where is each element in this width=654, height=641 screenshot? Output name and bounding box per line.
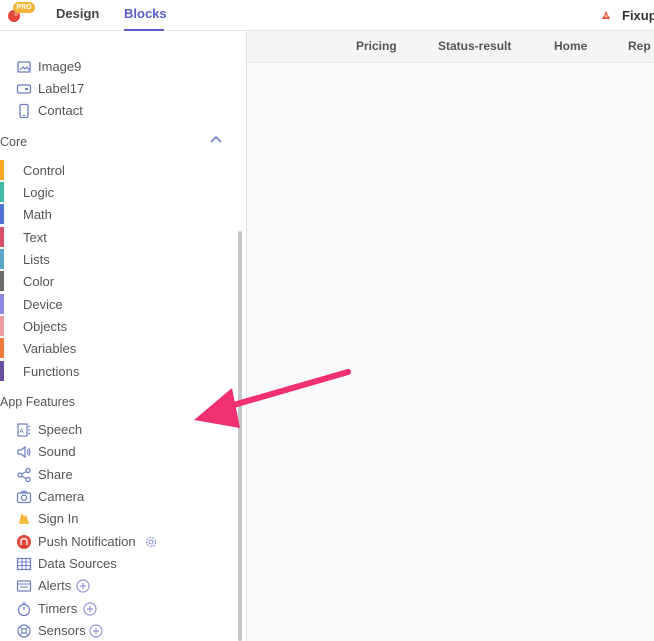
firebase-icon bbox=[19, 513, 29, 524]
category-color-bar bbox=[0, 316, 4, 336]
label-icon bbox=[16, 84, 32, 94]
component-label: Label17 bbox=[38, 81, 85, 96]
core-item-lists[interactable]: Lists bbox=[0, 249, 240, 270]
camera-icon bbox=[16, 490, 32, 504]
push-icon bbox=[17, 535, 31, 549]
core-item-logic[interactable]: Logic bbox=[0, 182, 240, 203]
category-color-bar bbox=[0, 294, 4, 314]
core-item-label: Functions bbox=[23, 364, 80, 379]
category-color-bar bbox=[0, 227, 4, 247]
core-item-label: Text bbox=[23, 230, 47, 245]
core-item-color[interactable]: Color bbox=[0, 271, 240, 292]
core-item-label: Variables bbox=[23, 341, 77, 356]
table-icon bbox=[16, 557, 32, 571]
core-item-label: Logic bbox=[23, 185, 55, 200]
add-timer-icon[interactable] bbox=[83, 602, 97, 616]
core-item-label: Lists bbox=[23, 252, 50, 267]
phone-icon bbox=[19, 103, 29, 119]
screen-tab-home[interactable]: Home bbox=[554, 39, 587, 53]
core-item-control[interactable]: Control bbox=[0, 160, 240, 181]
category-color-bar bbox=[0, 271, 4, 291]
image-icon bbox=[17, 61, 31, 73]
component-label: Image9 bbox=[38, 59, 82, 74]
category-color-bar bbox=[0, 249, 4, 269]
add-sensor-icon[interactable] bbox=[89, 624, 103, 638]
category-color-bar bbox=[0, 204, 4, 224]
section-title-app-features[interactable]: App Features bbox=[0, 395, 75, 409]
project-name[interactable]: Fixup bbox=[622, 8, 654, 23]
feature-label: Timers bbox=[38, 601, 78, 616]
core-item-objects[interactable]: Objects bbox=[0, 316, 240, 337]
category-color-bar bbox=[0, 182, 4, 202]
svg-text:A: A bbox=[20, 428, 25, 435]
screen-tab-pricing[interactable]: Pricing bbox=[356, 39, 397, 53]
speaker-icon bbox=[17, 445, 31, 459]
component-label: Contact bbox=[38, 103, 83, 118]
core-item-math[interactable]: Math bbox=[0, 204, 240, 225]
blocks-workspace[interactable] bbox=[247, 64, 654, 641]
share-icon bbox=[17, 467, 31, 483]
top-bar: PRO Design Blocks Fixup bbox=[0, 0, 654, 31]
feature-label: Data Sources bbox=[38, 556, 117, 571]
category-color-bar bbox=[0, 160, 4, 180]
core-item-text[interactable]: Text bbox=[0, 227, 240, 248]
feature-label: Share bbox=[38, 467, 73, 482]
settings-gear-icon[interactable] bbox=[144, 535, 158, 549]
pro-badge: PRO bbox=[13, 2, 35, 13]
feature-label: Alerts bbox=[38, 578, 72, 593]
timer-icon bbox=[17, 602, 31, 617]
category-color-bar bbox=[0, 338, 4, 358]
section-title-core[interactable]: Core bbox=[0, 135, 27, 149]
tab-blocks[interactable]: Blocks bbox=[124, 6, 167, 21]
core-item-label: Color bbox=[23, 274, 55, 289]
feature-label: Sound bbox=[38, 444, 76, 459]
blocks-sidebar: Image9 Label17 Contact Core Control Logi… bbox=[0, 31, 247, 641]
sensor-icon bbox=[17, 624, 31, 638]
feature-label: Speech bbox=[38, 422, 83, 437]
screen-tab-status-result[interactable]: Status-result bbox=[438, 39, 511, 53]
screen-tab-rep[interactable]: Rep bbox=[628, 39, 651, 53]
alert-icon bbox=[16, 580, 32, 592]
feature-label: Push Notification bbox=[38, 534, 136, 549]
feature-label: Camera bbox=[38, 489, 85, 504]
core-item-label: Objects bbox=[23, 319, 68, 334]
speech-icon: A bbox=[17, 423, 31, 437]
core-item-label: Device bbox=[23, 297, 63, 312]
core-item-device[interactable]: Device bbox=[0, 294, 240, 315]
feature-label: Sign In bbox=[38, 511, 79, 526]
core-item-variables[interactable]: Variables bbox=[0, 338, 240, 359]
tab-design[interactable]: Design bbox=[56, 6, 99, 21]
category-color-bar bbox=[0, 361, 4, 381]
feature-label: Sensors bbox=[38, 623, 86, 638]
project-icon bbox=[602, 11, 610, 19]
sidebar-scrollbar[interactable] bbox=[238, 231, 242, 641]
chevron-up-icon[interactable] bbox=[210, 135, 222, 143]
core-item-label: Math bbox=[23, 207, 52, 222]
annotation-arrow-icon bbox=[194, 369, 351, 428]
add-alert-icon[interactable] bbox=[76, 579, 90, 593]
core-item-label: Control bbox=[23, 163, 65, 178]
screen-tabs-bar: Pricing Status-result Home Rep bbox=[247, 31, 654, 63]
